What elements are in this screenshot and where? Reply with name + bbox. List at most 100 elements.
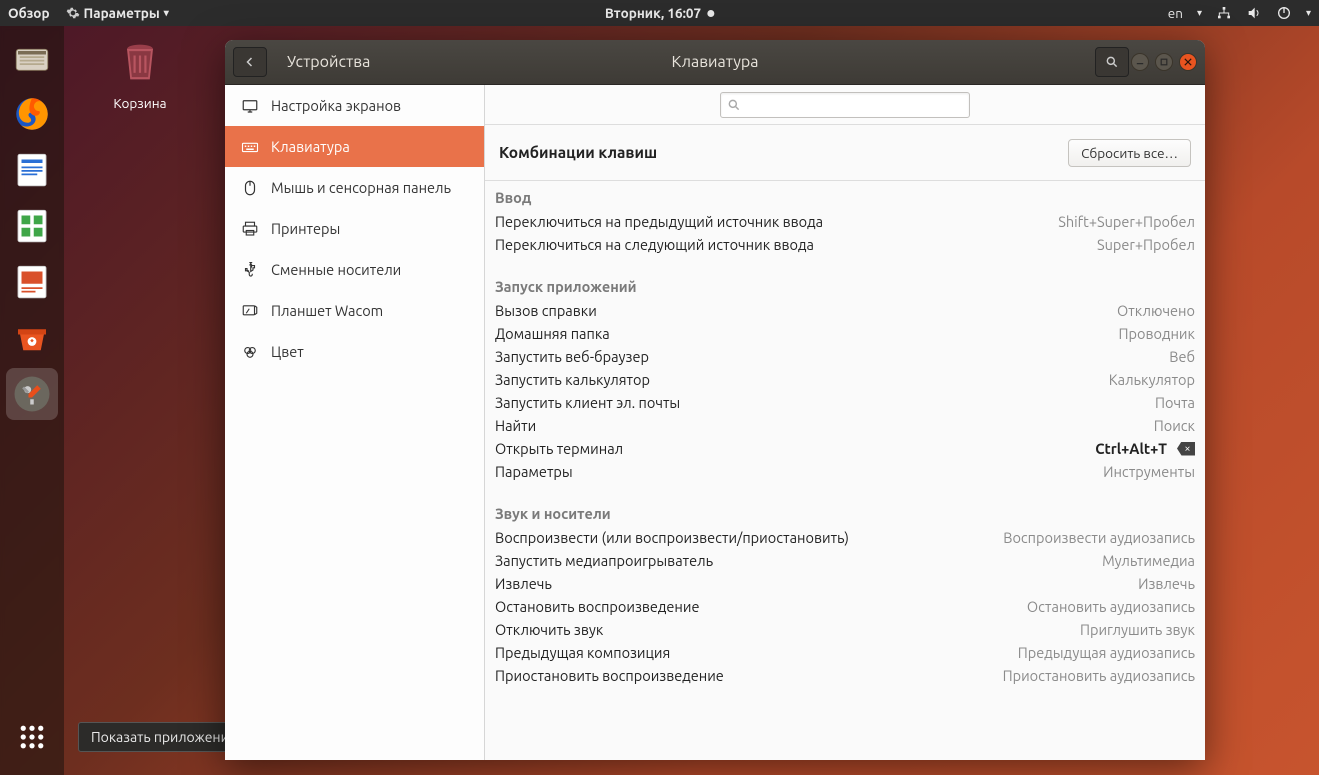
- shortcut-row[interactable]: Переключиться на предыдущий источник вво…: [485, 210, 1205, 233]
- shortcut-value: Shift+Super+Пробел: [1058, 213, 1195, 230]
- shortcut-name: Вызов справки: [495, 302, 597, 319]
- search-icon: [727, 98, 741, 112]
- dock: [0, 26, 64, 775]
- shortcut-row[interactable]: ПараметрыИнструменты: [485, 460, 1205, 483]
- activities-button[interactable]: Обзор: [8, 5, 50, 21]
- shortcut-name: Переключиться на предыдущий источник вво…: [495, 213, 823, 230]
- network-icon[interactable]: [1216, 5, 1232, 21]
- shortcut-row[interactable]: Запустить веб-браузер Веб: [485, 345, 1205, 368]
- shortcut-name: Запустить медиапроигрыватель: [495, 552, 713, 569]
- sidebar-item-label: Мышь и сенсорная панель: [271, 179, 451, 196]
- notification-dot-icon: [707, 10, 714, 17]
- shortcut-row[interactable]: Предыдущая композицияПредыдущая аудиозап…: [485, 641, 1205, 664]
- sidebar-item-label: Клавиатура: [271, 138, 350, 155]
- tooltip-show-apps: Показать приложения: [78, 722, 249, 752]
- shortcut-name: Запустить веб-браузер: [495, 348, 649, 365]
- shortcut-name: Извлечь: [495, 575, 552, 592]
- input-language[interactable]: en: [1168, 5, 1183, 21]
- shortcut-row[interactable]: Извлечь Извлечь: [485, 572, 1205, 595]
- gear-icon: [66, 6, 80, 20]
- shortcut-name: Переключиться на следующий источник ввод…: [495, 236, 814, 253]
- dock-settings[interactable]: [6, 368, 58, 420]
- shortcut-value: Калькулятор: [1109, 371, 1195, 388]
- shortcut-row[interactable]: Запустить клиент эл. почтыПочта: [485, 391, 1205, 414]
- shortcut-name: Найти: [495, 417, 536, 434]
- dock-files[interactable]: [6, 32, 58, 84]
- shortcut-row[interactable]: Приостановить воспроизведение Приостанови…: [485, 664, 1205, 687]
- tablet-icon: [241, 302, 259, 320]
- content-heading: Комбинации клавиш: [499, 144, 657, 161]
- titlebar-search-button[interactable]: [1095, 47, 1129, 77]
- app-menu[interactable]: Параметры ▾: [66, 5, 169, 21]
- sidebar-item-usb[interactable]: Сменные носители: [225, 249, 484, 290]
- sidebar-item-printer[interactable]: Принтеры: [225, 208, 484, 249]
- chevron-down-icon: ▾: [1306, 7, 1311, 19]
- shortcut-value: Приостановить аудиозапись: [1003, 667, 1195, 684]
- dock-firefox[interactable]: [6, 88, 58, 140]
- sidebar-item-label: Планшет Wacom: [271, 302, 383, 319]
- shortcut-row[interactable]: Остановить воспроизведение Остановить ауд…: [485, 595, 1205, 618]
- sidebar-item-mouse[interactable]: Мышь и сенсорная панель: [225, 167, 484, 208]
- clock[interactable]: Вторник, 16:07: [605, 5, 714, 21]
- shortcut-value: Мультимедиа: [1102, 552, 1195, 569]
- shortcut-row[interactable]: Домашняя папка Проводник: [485, 322, 1205, 345]
- dock-calc[interactable]: [6, 200, 58, 252]
- shortcut-value: Приглушить звук: [1080, 621, 1195, 638]
- content-search-input[interactable]: [747, 98, 963, 112]
- shortcut-row[interactable]: Открыть терминал Ctrl+Alt+T: [485, 437, 1205, 460]
- shortcut-row[interactable]: Отключить звук Приглушить звук: [485, 618, 1205, 641]
- sidebar-item-color[interactable]: Цвет: [225, 331, 484, 372]
- shortcut-value: Проводник: [1119, 325, 1195, 342]
- dock-impress[interactable]: [6, 256, 58, 308]
- sidebar-item-label: Настройка экранов: [271, 97, 401, 114]
- content-search[interactable]: [720, 92, 970, 118]
- shortcut-value: Super+Пробел: [1097, 236, 1195, 253]
- shortcut-value: Ctrl+Alt+T: [1095, 440, 1167, 457]
- shortcut-value: Извлечь: [1138, 575, 1195, 592]
- desktop-trash[interactable]: Корзина: [95, 36, 185, 113]
- sidebar: Настройка экранов Клавиатура Мышь и сенс…: [225, 85, 485, 760]
- shortcut-section-header: Звук и носители: [485, 497, 1205, 526]
- shortcut-name: Домашняя папка: [495, 325, 610, 342]
- shortcut-name: Приостановить воспроизведение: [495, 667, 724, 684]
- display-icon: [241, 97, 259, 115]
- sidebar-item-display[interactable]: Настройка экранов: [225, 85, 484, 126]
- shortcut-name: Остановить воспроизведение: [495, 598, 700, 615]
- shortcut-name: Открыть терминал: [495, 440, 623, 457]
- shortcut-value: Остановить аудиозапись: [1027, 598, 1195, 615]
- sidebar-item-label: Цвет: [271, 343, 304, 360]
- shortcut-section-header: Запуск приложений: [485, 270, 1205, 299]
- power-icon[interactable]: [1276, 5, 1292, 21]
- maximize-button[interactable]: [1155, 53, 1173, 71]
- shortcut-value: Воспроизвести аудиозапись: [1003, 529, 1195, 546]
- minimize-button[interactable]: [1131, 53, 1149, 71]
- shortcut-row[interactable]: Запустить медиапроигрыватель Мультимедиа: [485, 549, 1205, 572]
- titlebar: Устройства Клавиатура: [225, 40, 1205, 85]
- desktop-trash-label: Корзина: [109, 93, 170, 113]
- sidebar-item-label: Сменные носители: [271, 261, 401, 278]
- shortcut-row[interactable]: Воспроизвести (или воспроизвести/приоста…: [485, 526, 1205, 549]
- shortcut-value: Поиск: [1154, 417, 1195, 434]
- shortcut-row[interactable]: Запустить калькуляторКалькулятор: [485, 368, 1205, 391]
- content-pane: Комбинации клавиш Сбросить все… ВводПере…: [485, 85, 1205, 760]
- shortcut-row[interactable]: Найти Поиск: [485, 414, 1205, 437]
- shortcut-row[interactable]: Вызов справкиОтключено: [485, 299, 1205, 322]
- back-button[interactable]: [233, 47, 267, 77]
- app-menu-label: Параметры: [84, 5, 160, 21]
- reset-all-button[interactable]: Сбросить все…: [1068, 139, 1191, 167]
- dock-software[interactable]: [6, 312, 58, 364]
- close-button[interactable]: [1179, 53, 1197, 71]
- shortcut-row[interactable]: Переключиться на следующий источник ввод…: [485, 233, 1205, 256]
- shortcut-name: Отключить звук: [495, 621, 603, 638]
- dock-show-apps[interactable]: [6, 711, 58, 763]
- shortcut-name: Запустить клиент эл. почты: [495, 394, 680, 411]
- dock-writer[interactable]: [6, 144, 58, 196]
- shortcut-value: Веб: [1169, 348, 1195, 365]
- sidebar-item-keyboard[interactable]: Клавиатура: [225, 126, 484, 167]
- sidebar-item-tablet[interactable]: Планшет Wacom: [225, 290, 484, 331]
- shortcuts-list[interactable]: ВводПереключиться на предыдущий источник…: [485, 180, 1205, 760]
- shortcut-value: Инструменты: [1103, 463, 1195, 480]
- shortcut-name: Предыдущая композиция: [495, 644, 670, 661]
- backspace-icon[interactable]: [1177, 442, 1195, 456]
- volume-icon[interactable]: [1246, 5, 1262, 21]
